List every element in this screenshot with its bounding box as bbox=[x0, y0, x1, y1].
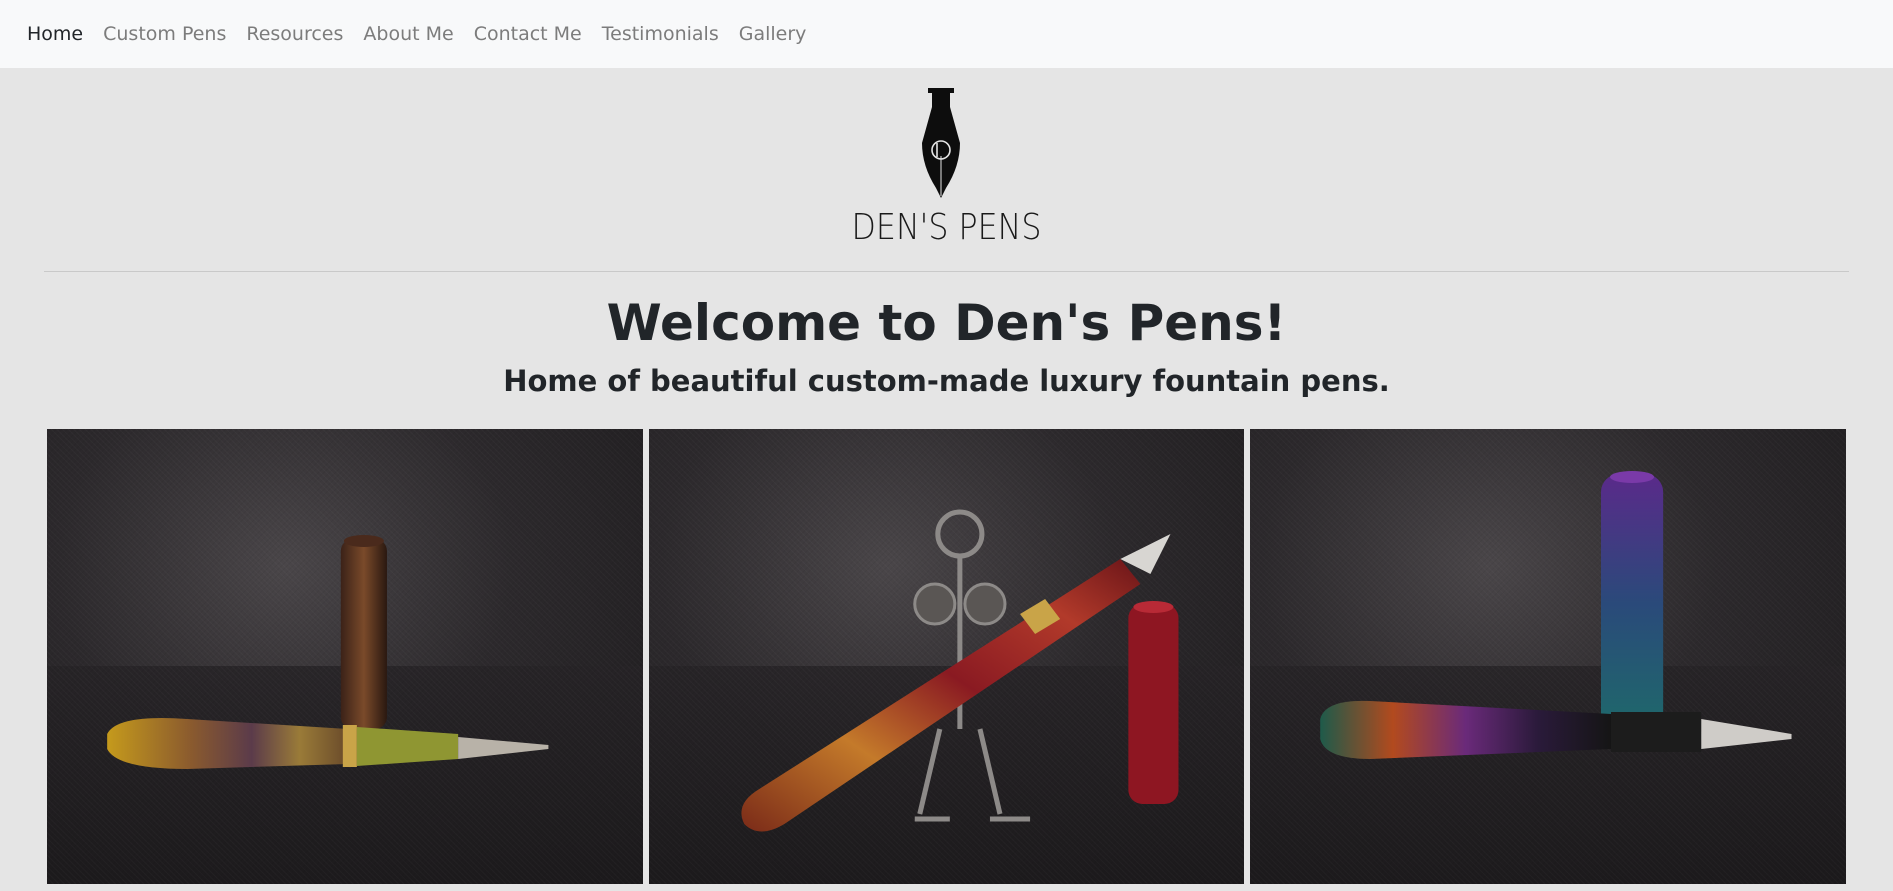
nav-gallery[interactable]: Gallery bbox=[739, 23, 807, 45]
nav-custom-pens[interactable]: Custom Pens bbox=[103, 23, 226, 45]
gallery-photo-amber-pen[interactable] bbox=[47, 429, 643, 884]
nav-testimonials[interactable]: Testimonials bbox=[602, 23, 719, 45]
nav-home[interactable]: Home bbox=[27, 23, 83, 45]
nav-contact-me[interactable]: Contact Me bbox=[474, 23, 582, 45]
page-subtitle: Home of beautiful custom-made luxury fou… bbox=[503, 364, 1390, 398]
top-navbar: Home Custom Pens Resources About Me Cont… bbox=[0, 0, 1893, 68]
gallery-photo-red-pen[interactable] bbox=[648, 429, 1245, 884]
pen-gallery bbox=[47, 429, 1847, 884]
fountain-pen-nib-logo-icon[interactable] bbox=[918, 88, 974, 200]
nav-resources[interactable]: Resources bbox=[246, 23, 343, 45]
nav-about-me[interactable]: About Me bbox=[363, 23, 453, 45]
brand-name: DEN'S PENS bbox=[851, 207, 1042, 248]
header-divider bbox=[44, 271, 1849, 272]
page-title: Welcome to Den's Pens! bbox=[606, 294, 1287, 352]
gallery-photo-rainbow-pen[interactable] bbox=[1250, 429, 1847, 884]
